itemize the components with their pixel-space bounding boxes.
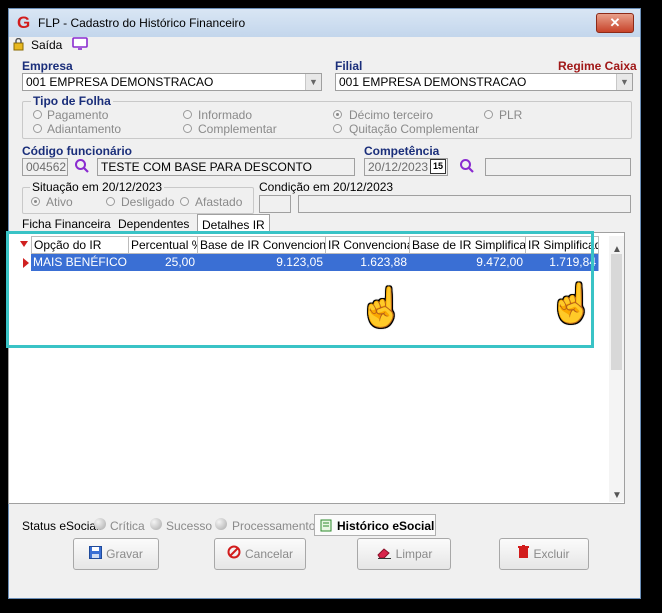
status-dot-icon bbox=[94, 518, 106, 530]
search-icon[interactable] bbox=[459, 158, 475, 174]
status-esocial-label: Status eSocial: bbox=[22, 519, 103, 533]
window-title: FLP - Cadastro do Histórico Financeiro bbox=[38, 16, 246, 30]
option-quitacao-complementar: Quitação Complementar bbox=[349, 122, 480, 136]
funcionario-name: TESTE COM BASE PARA DESCONTO bbox=[101, 160, 312, 174]
filial-select[interactable]: 001 EMPRESA DEMONSTRACAO ▼ bbox=[335, 73, 633, 91]
option-adiantamento: Adiantamento bbox=[47, 122, 122, 136]
chevron-down-icon[interactable]: ▼ bbox=[305, 74, 321, 90]
radio-adiantamento[interactable] bbox=[33, 124, 42, 133]
document-icon bbox=[319, 518, 333, 535]
chevron-down-icon[interactable]: ▼ bbox=[616, 74, 632, 90]
status-sucesso: Sucesso bbox=[166, 519, 213, 533]
regime-label: Regime Caixa bbox=[558, 59, 637, 73]
calendar-icon[interactable]: 15 bbox=[430, 159, 446, 174]
trash-icon bbox=[518, 540, 530, 570]
status-critica: Crítica bbox=[110, 519, 145, 533]
option-decimo-terceiro: Décimo terceiro bbox=[349, 108, 434, 122]
condicao-code-field bbox=[259, 195, 291, 213]
radio-complementar[interactable] bbox=[183, 124, 192, 133]
option-afastado: Afastado bbox=[195, 195, 243, 209]
empresa-value: 001 EMPRESA DEMONSTRACAO bbox=[26, 75, 214, 89]
highlight-box bbox=[6, 231, 594, 348]
search-icon[interactable] bbox=[74, 158, 90, 174]
delete-label: Excluir bbox=[533, 547, 570, 561]
exit-label: Saída bbox=[31, 38, 63, 52]
funcionario-name-field: TESTE COM BASE PARA DESCONTO bbox=[97, 158, 355, 176]
tipo-folha-label: Tipo de Folha bbox=[31, 94, 113, 108]
clear-label: Limpar bbox=[395, 547, 433, 561]
radio-pagamento[interactable] bbox=[33, 110, 42, 119]
option-ativo: Ativo bbox=[46, 195, 73, 209]
empresa-label: Empresa bbox=[22, 59, 73, 73]
scrollbar-thumb[interactable] bbox=[611, 254, 622, 370]
filial-value: 001 EMPRESA DEMONSTRACAO bbox=[339, 75, 527, 89]
cancel-button[interactable]: Cancelar bbox=[214, 538, 306, 570]
filial-label: Filial bbox=[335, 59, 363, 73]
save-label: Gravar bbox=[106, 547, 143, 561]
cancel-label: Cancelar bbox=[244, 547, 294, 561]
option-informado: Informado bbox=[198, 108, 253, 122]
option-complementar: Complementar bbox=[198, 122, 277, 136]
radio-quitacao-complementar[interactable] bbox=[333, 124, 342, 133]
status-processamento: Processamento bbox=[232, 519, 316, 533]
delete-button[interactable]: Excluir bbox=[499, 538, 589, 570]
lock-icon bbox=[13, 37, 24, 51]
floppy-icon bbox=[89, 540, 103, 570]
cancel-icon bbox=[227, 540, 241, 570]
condicao-description-field bbox=[298, 195, 631, 213]
historico-esocial-button[interactable]: Histórico eSocial bbox=[314, 514, 436, 536]
funcionario-code: 004562 bbox=[26, 160, 67, 174]
chevron-down-icon[interactable]: ▼ bbox=[612, 490, 622, 501]
radio-ativo[interactable] bbox=[31, 197, 40, 206]
status-dot-icon bbox=[150, 518, 162, 530]
save-button[interactable]: Gravar bbox=[73, 538, 159, 570]
app-logo-icon: G bbox=[17, 13, 31, 32]
radio-informado[interactable] bbox=[183, 110, 192, 119]
competencia-value: 20/12/2023 bbox=[368, 160, 429, 174]
status-dot-icon bbox=[215, 518, 227, 530]
funcionario-code-field[interactable]: 004562 bbox=[22, 158, 68, 176]
empresa-select[interactable]: 001 EMPRESA DEMONSTRACAO ▼ bbox=[22, 73, 322, 91]
pointer-hand-icon: ☝ bbox=[358, 287, 406, 329]
radio-afastado[interactable] bbox=[180, 197, 189, 206]
radio-desligado[interactable] bbox=[106, 197, 115, 206]
title-bar: G FLP - Cadastro do Histórico Financeiro… bbox=[9, 9, 640, 37]
situacao-label: Situação em 20/12/2023 bbox=[30, 180, 165, 194]
eraser-icon bbox=[376, 540, 392, 570]
historico-esocial-label: Histórico eSocial bbox=[337, 519, 435, 533]
clear-button[interactable]: Limpar bbox=[357, 538, 451, 570]
radio-decimo-terceiro[interactable] bbox=[333, 110, 342, 119]
funcionario-label: Código funcionário bbox=[22, 144, 132, 158]
condicao-label: Condição em 20/12/2023 bbox=[259, 180, 394, 194]
competencia-description-field bbox=[485, 158, 631, 176]
option-plr: PLR bbox=[499, 108, 523, 122]
radio-plr[interactable] bbox=[484, 110, 493, 119]
option-pagamento: Pagamento bbox=[47, 108, 109, 122]
close-button[interactable]: ✕ bbox=[596, 13, 634, 33]
monitor-icon[interactable] bbox=[72, 37, 88, 51]
option-desligado: Desligado bbox=[121, 195, 175, 209]
competencia-label: Competência bbox=[364, 144, 440, 158]
pointer-hand-icon: ☝ bbox=[548, 283, 596, 325]
